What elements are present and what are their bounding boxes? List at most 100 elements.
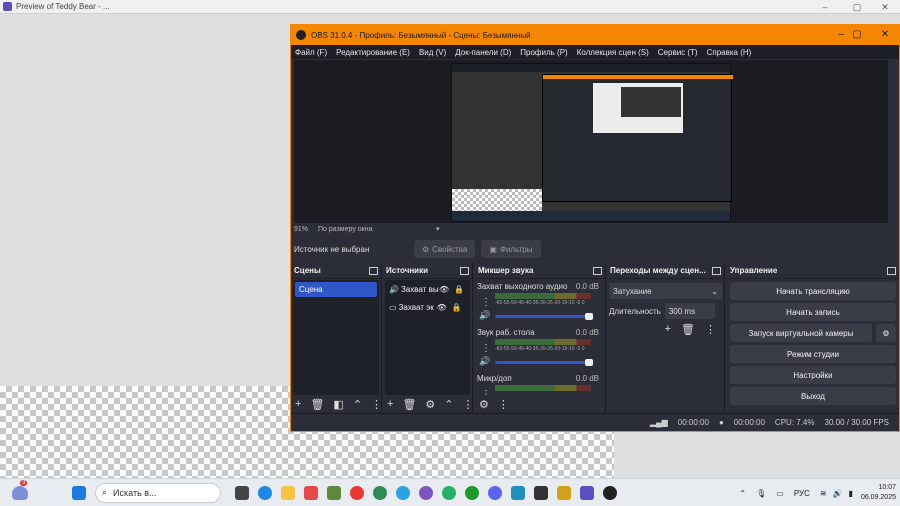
weather-icon[interactable]: 3 xyxy=(12,479,28,500)
scene-item[interactable]: Сцена xyxy=(295,282,377,297)
menu-edit[interactable]: Редактирование (E) xyxy=(336,48,410,57)
preview-screenshot xyxy=(451,63,733,222)
undock-icon[interactable] xyxy=(887,266,896,275)
eye-icon[interactable]: 👁 xyxy=(439,285,449,294)
windows-start-icon[interactable] xyxy=(72,485,86,500)
undock-icon[interactable] xyxy=(460,266,469,275)
obs-taskbar-icon[interactable] xyxy=(603,485,617,500)
undock-icon[interactable] xyxy=(712,266,721,275)
scene-filter-icon[interactable]: ◧ xyxy=(333,398,343,411)
gear-icon[interactable]: ⚙ xyxy=(876,324,896,342)
trash-icon[interactable]: 🗑 xyxy=(310,398,324,411)
game-icon[interactable] xyxy=(557,485,571,500)
background-window-title: Preview of Teddy Bear - ... xyxy=(16,2,110,11)
microphone-icon[interactable]: 🎙 xyxy=(756,489,766,498)
controls-dock: Управление Начать трансляцию Начать запи… xyxy=(727,263,899,413)
menu-profile[interactable]: Профиль (P) xyxy=(520,48,567,57)
move-up-icon[interactable]: ⌃ xyxy=(444,398,453,411)
speaker-icon[interactable]: 🔊 xyxy=(479,310,490,321)
menu-docks[interactable]: Док-панели (D) xyxy=(455,48,511,57)
chevron-down-icon: ⌄ xyxy=(711,286,718,296)
app-icon xyxy=(3,2,12,11)
twitch-icon[interactable] xyxy=(534,485,548,500)
more-icon[interactable]: ⋮ xyxy=(481,297,491,308)
exit-button[interactable]: Выход xyxy=(730,387,896,405)
move-up-icon[interactable]: ⌃ xyxy=(353,398,362,411)
whatsapp-icon[interactable] xyxy=(442,485,456,500)
source-item[interactable]: 🔊 Захват вы 👁 🔒 xyxy=(385,280,470,298)
volume-slider[interactable] xyxy=(495,359,593,366)
menu-help[interactable]: Справка (H) xyxy=(707,48,752,57)
start-streaming-button[interactable]: Начать трансляцию xyxy=(730,282,896,300)
obs-close-button[interactable]: ✕ xyxy=(871,25,899,45)
battery-icon[interactable]: ▭ xyxy=(776,489,784,498)
start-recording-button[interactable]: Начать запись xyxy=(730,303,896,321)
menu-tools[interactable]: Сервис (T) xyxy=(658,48,698,57)
minimize-button[interactable]: – xyxy=(810,0,840,14)
gear-icon[interactable]: ⚙ xyxy=(479,398,489,411)
preview-canvas[interactable] xyxy=(294,60,888,223)
lock-icon[interactable]: 🔒 xyxy=(454,285,464,294)
more-icon[interactable]: ⋮ xyxy=(498,398,509,411)
duration-input[interactable]: 300 ms xyxy=(664,303,715,319)
power-icon[interactable]: ▮ xyxy=(849,489,853,498)
trash-icon[interactable]: 🗑 xyxy=(681,323,695,336)
vpn-icon[interactable] xyxy=(511,485,525,500)
undock-icon[interactable] xyxy=(593,266,602,275)
store-icon[interactable] xyxy=(304,485,318,500)
more-icon[interactable]: ⋮ xyxy=(481,343,491,354)
volume-slider[interactable] xyxy=(495,313,593,320)
speaker-icon: 🔊 xyxy=(389,284,399,294)
more-icon[interactable]: ⋮ xyxy=(705,323,716,336)
task-view-icon[interactable] xyxy=(235,485,249,500)
zoom-percent: 91% xyxy=(294,225,309,233)
app-icon[interactable] xyxy=(580,485,594,500)
language-indicator[interactable]: РУС xyxy=(794,489,810,498)
discord-icon[interactable] xyxy=(488,485,502,500)
transitions-title: Переходы между сцен... xyxy=(610,266,706,275)
edge-icon[interactable] xyxy=(258,485,272,500)
transition-select[interactable]: Затухание ⌄ xyxy=(609,283,722,299)
menu-file[interactable]: Файл (F) xyxy=(295,48,327,57)
start-virtual-camera-button[interactable]: Запуск виртуальной камеры xyxy=(730,324,872,342)
add-scene-button[interactable]: + xyxy=(295,398,301,410)
mixer-channel: Микр/доп 0.0 dB ⋮ xyxy=(475,372,605,395)
search-box[interactable]: ⌕ Искать в... xyxy=(95,482,221,503)
menu-view[interactable]: Вид (V) xyxy=(419,48,446,57)
source-item[interactable]: ▭ Захват эк 👁 🔒 xyxy=(385,298,470,316)
studio-mode-button[interactable]: Режим студии xyxy=(730,345,896,363)
obs-maximize-button[interactable]: ▢ xyxy=(843,25,871,45)
chevron-down-icon[interactable]: ▾ xyxy=(436,225,440,233)
trash-icon[interactable]: 🗑 xyxy=(402,398,416,411)
xbox-icon[interactable] xyxy=(465,485,479,500)
speaker-icon[interactable]: 🔊 xyxy=(479,356,490,367)
eye-icon[interactable]: 👁 xyxy=(437,303,447,312)
source-status: Источник не выбран xyxy=(294,244,370,254)
app-icon[interactable] xyxy=(373,485,387,500)
undock-icon[interactable] xyxy=(369,266,378,275)
yandex-icon[interactable] xyxy=(350,485,364,500)
level-meter xyxy=(495,385,591,391)
menu-scene-collection[interactable]: Коллекция сцен (S) xyxy=(577,48,649,57)
file-explorer-icon[interactable] xyxy=(281,485,295,500)
maximize-button[interactable]: ▢ xyxy=(842,0,872,14)
volume-icon[interactable]: 🔊 xyxy=(833,489,843,498)
chevron-up-icon[interactable]: ⌃ xyxy=(739,489,746,498)
gear-icon[interactable]: ⚙ xyxy=(425,398,435,411)
more-icon[interactable]: ⋮ xyxy=(371,398,382,411)
properties-button[interactable]: ⚙ Свойства xyxy=(414,240,476,258)
close-button[interactable]: ✕ xyxy=(870,0,900,14)
filters-button[interactable]: ▣ Фильтры xyxy=(481,240,541,258)
more-icon[interactable]: ⋮ xyxy=(463,398,474,411)
lock-icon[interactable]: 🔒 xyxy=(452,303,462,312)
wifi-icon[interactable]: ≋ xyxy=(820,489,827,498)
menu-bar: Файл (F) Редактирование (E) Вид (V) Док-… xyxy=(291,45,899,59)
add-transition-button[interactable]: + xyxy=(665,323,671,336)
minecraft-icon[interactable] xyxy=(327,485,341,500)
clock[interactable]: 10:07 06.09.2025 xyxy=(861,483,896,503)
settings-button[interactable]: Настройки xyxy=(730,366,896,384)
zoom-mode-select[interactable]: По размеру окна xyxy=(318,226,436,233)
add-source-button[interactable]: + xyxy=(387,398,393,410)
telegram-icon[interactable] xyxy=(396,485,410,500)
viber-icon[interactable] xyxy=(419,485,433,500)
